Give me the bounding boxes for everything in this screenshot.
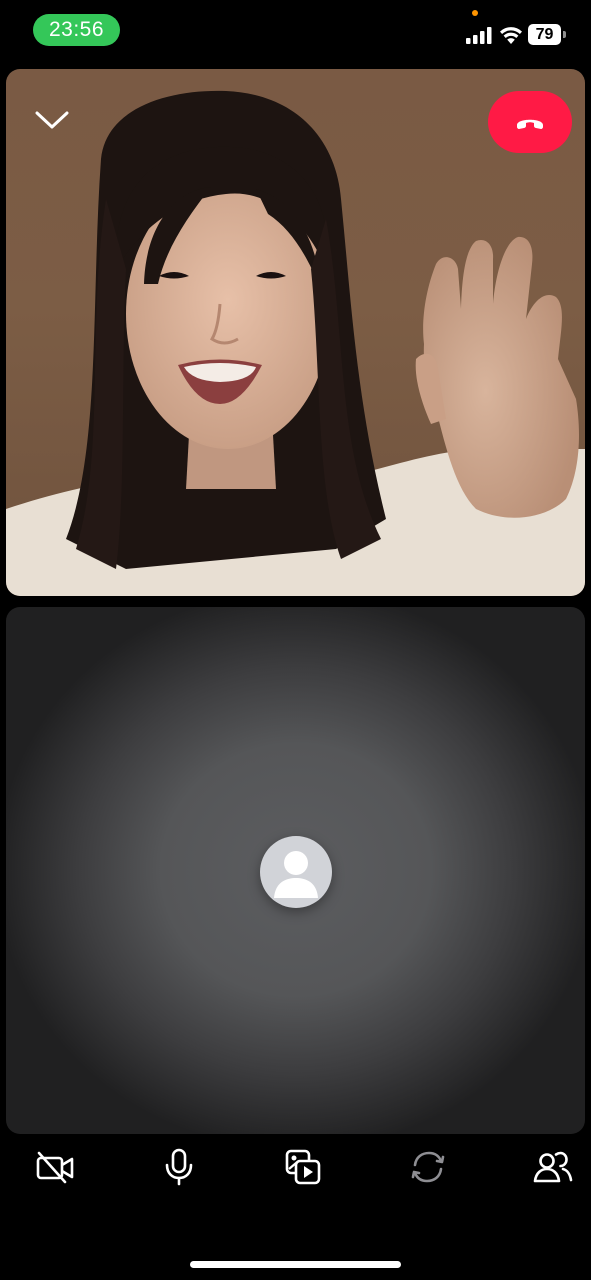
home-indicator[interactable]	[190, 1261, 401, 1268]
remote-participant-video	[6, 90, 585, 596]
participants-button[interactable]	[530, 1144, 576, 1190]
call-toolbar	[0, 1140, 591, 1196]
battery-level: 79	[535, 25, 554, 43]
switch-camera-button[interactable]	[405, 1144, 451, 1190]
switch-camera-icon	[411, 1151, 445, 1183]
status-bar: 23:56 79	[0, 0, 591, 60]
toggle-video-button[interactable]	[32, 1144, 78, 1190]
signal-bars-icon	[466, 27, 492, 44]
video-call-screen: 23:56 79	[0, 0, 591, 1280]
remote-video-tile[interactable]	[6, 69, 585, 596]
wifi-icon	[500, 27, 522, 44]
chevron-down-icon	[35, 111, 69, 129]
end-call-button[interactable]	[488, 91, 572, 153]
participants-icon	[533, 1151, 573, 1183]
phone-hangup-icon	[517, 119, 543, 129]
avatar	[260, 836, 332, 908]
share-screen-media-icon	[285, 1149, 321, 1185]
privacy-indicator-dot	[472, 10, 478, 16]
status-time[interactable]: 23:56	[33, 14, 120, 46]
video-off-icon	[36, 1151, 74, 1184]
share-media-button[interactable]	[280, 1144, 326, 1190]
person-silhouette-icon	[274, 851, 318, 898]
microphone-icon	[165, 1148, 193, 1186]
battery-icon: 79	[528, 24, 561, 45]
microphone-button[interactable]	[156, 1144, 202, 1190]
battery-cap	[563, 31, 566, 38]
collapse-call-button[interactable]	[34, 105, 70, 135]
local-video-tile[interactable]	[6, 607, 585, 1134]
